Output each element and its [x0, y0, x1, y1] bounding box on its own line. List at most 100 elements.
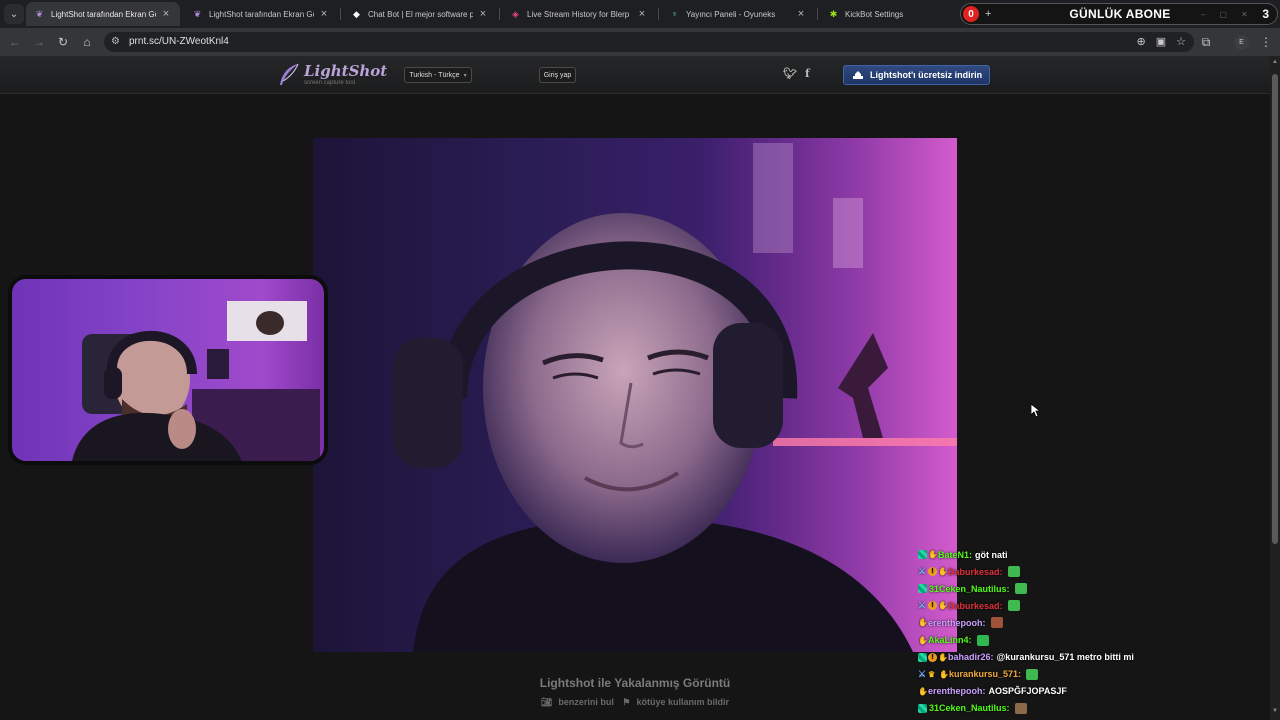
tab-lightshot-1[interactable]: ❦ LightShot tarafından Ekran Görü × [26, 2, 180, 26]
tab-strip: ⌄ ❦ LightShot tarafından Ekran Görü × ❦ … [0, 0, 1280, 28]
portrait-image [393, 138, 957, 652]
chevron-down-icon: ▾ [463, 72, 467, 79]
chat-username[interactable]: kurankursu_571 [949, 669, 1018, 679]
chat-separator: : [990, 652, 994, 663]
close-icon[interactable]: × [795, 8, 807, 20]
close-icon[interactable]: × [477, 8, 489, 20]
tab-divider [340, 8, 341, 20]
subscriber-badge-icon [918, 703, 927, 713]
flag-icon: ⚑ [622, 697, 631, 707]
chat-separator: : [1006, 583, 1010, 594]
webcam-overlay [8, 275, 328, 465]
chat-message: 31Ceken_Nautilus: [918, 700, 1248, 717]
lightshot-logo[interactable]: LightShot screen capture tool [278, 63, 387, 87]
subscriber-badge-icon [918, 652, 927, 662]
tab-oyuneks[interactable]: ♆ Yayıncı Paneli - Oyuneks × [661, 2, 815, 26]
sword-badge-icon: ⚔ [918, 566, 927, 577]
chat-separator: : [999, 566, 1003, 577]
chat-message: ⚔! ✋ Daburkesad: [918, 597, 1248, 614]
caption-links: 📷︎ benzerini bul ⚑ kötüye kullanım bildir [313, 697, 957, 708]
tab-title: LightShot tarafından Ekran Görü [51, 9, 156, 19]
chat-badges: ⚔! ✋ [918, 566, 948, 577]
tab-divider [499, 8, 500, 20]
oyuneks-icon: ♆ [671, 9, 678, 19]
subscriber-goal-overlay: 0 + GÜNLÜK ABONE –▢✕ 3 [960, 3, 1278, 25]
camera-icon: 📷︎ [540, 697, 553, 707]
forward-button[interactable]: → [30, 33, 48, 51]
chevron-down-icon: ⌄ [9, 8, 19, 20]
chat-username[interactable]: BateN1 [938, 550, 969, 560]
tab-chatbot[interactable]: ◆ Chat Bot | El mejor software pa × [343, 2, 497, 26]
chat-username[interactable]: Daburkesad [948, 567, 1000, 577]
tab-title: LightShot tarafından Ekran Görü [209, 9, 314, 19]
download-label: Lightshot'ı ücretsiz indirin [870, 70, 983, 80]
bookmark-star-icon[interactable]: ☆ [1176, 35, 1186, 48]
scroll-up-icon[interactable]: ▲ [1272, 59, 1278, 67]
chat-badges: ! ✋ [918, 652, 948, 662]
download-cloud-icon [853, 71, 863, 79]
login-button[interactable]: Giriş yap [539, 67, 576, 83]
coin-badge-icon: ! [928, 601, 937, 611]
kickbot-icon: ✱ [829, 8, 838, 19]
tab-blerp[interactable]: ◈ Live Stream History for Blerp Sh × [502, 2, 656, 26]
chat-badges [918, 703, 927, 713]
extensions-button[interactable]: ⧉ [1197, 33, 1215, 51]
reload-button[interactable]: ↻ [54, 33, 72, 51]
cast-icon[interactable]: ▣ [1156, 35, 1166, 48]
navigation-bar: ← → ↻ ⌂ ⚙ prnt.sc/UN-ZWeotKnl4 ⊕ ▣ ☆ ⧉ E… [0, 28, 1280, 56]
chat-message: ✋ erenthepooh: AOSPĞFJOPASJF [918, 683, 1248, 700]
site-info-icon[interactable]: ⚙ [111, 36, 120, 47]
chat-badges: ✋ [918, 686, 928, 696]
chat-emote-icon [1026, 668, 1039, 680]
chat-message: ! ✋ bahadir26: @kurankursu_571 metro bitti … [918, 649, 1248, 666]
arrow-right-icon: → [33, 35, 45, 49]
logo-name: LightShot [304, 62, 388, 80]
scroll-thumb[interactable] [1272, 74, 1278, 544]
chat-username[interactable]: erenthepooh [928, 618, 983, 628]
chat-message: ⚔ ♛ ✋ kurankursu_571: [918, 666, 1248, 683]
chat-badges: ✋ [918, 550, 938, 560]
close-icon[interactable]: × [160, 8, 172, 20]
scroll-down-icon[interactable]: ▼ [1272, 708, 1278, 716]
tab-lightshot-2[interactable]: ❦ LightShot tarafından Ekran Görü × [184, 2, 338, 26]
tab-kickbot[interactable]: ✱ KickBot Settings [820, 2, 956, 26]
close-icon[interactable]: × [318, 8, 330, 20]
address-bar[interactable]: ⚙ prnt.sc/UN-ZWeotKnl4 ⊕ ▣ ☆ [104, 32, 1194, 52]
hand-badge-icon: ✋ [939, 669, 949, 679]
new-tab-button[interactable]: + [985, 8, 991, 20]
blerp-icon: ◈ [512, 8, 519, 19]
tab-title: Live Stream History for Blerp Sh [527, 9, 632, 19]
chat-separator: : [968, 635, 972, 646]
page-scrollbar[interactable]: ▲ ▼ [1270, 56, 1280, 720]
hand-badge-icon: ✋ [928, 550, 938, 560]
webcam-image [12, 279, 324, 461]
profile-avatar[interactable]: E [1234, 35, 1249, 50]
menu-button[interactable]: ⋮ [1257, 33, 1275, 51]
twitter-icon[interactable]: 🐦︎ [783, 67, 797, 80]
download-button[interactable]: Lightshot'ı ücretsiz indirin [843, 65, 990, 85]
facebook-icon[interactable]: f [805, 67, 810, 80]
find-similar-link[interactable]: benzerini bul [558, 697, 614, 707]
close-icon[interactable]: × [636, 8, 648, 20]
language-select[interactable]: Turkish - Türkçe ▾ [404, 67, 472, 83]
chat-overlay: ✋ BateN1: göt nati ⚔! ✋ Daburkesad:31Ceken_Na… [918, 546, 1248, 717]
chat-username[interactable]: AkaLinn4 [928, 635, 969, 645]
arrow-left-icon: ← [9, 35, 21, 49]
hand-badge-icon: ✋ [918, 686, 928, 696]
window-controls[interactable]: –▢✕ [1201, 10, 1262, 19]
tab-search-button[interactable]: ⌄ [4, 4, 24, 24]
chat-message: ✋ BateN1: göt nati [918, 546, 1248, 563]
chat-username[interactable]: bahadir26 [948, 652, 991, 662]
back-button[interactable]: ← [6, 33, 24, 51]
chat-username[interactable]: Daburkesad [948, 601, 1000, 611]
goal-target: 3 [1262, 7, 1269, 21]
sword-badge-icon: ⚔ [918, 600, 927, 611]
url-text[interactable]: prnt.sc/UN-ZWeotKnl4 [129, 36, 229, 47]
coin-badge-icon: ! [928, 567, 937, 577]
report-abuse-link[interactable]: kötüye kullanım bildir [637, 697, 730, 707]
chat-username[interactable]: erenthepooh [928, 686, 983, 696]
home-button[interactable]: ⌂ [78, 33, 96, 51]
chat-username[interactable]: 31Ceken_Nautilus [929, 584, 1007, 594]
chat-username[interactable]: 31Ceken_Nautilus [929, 703, 1007, 713]
zoom-icon[interactable]: ⊕ [1137, 35, 1146, 48]
